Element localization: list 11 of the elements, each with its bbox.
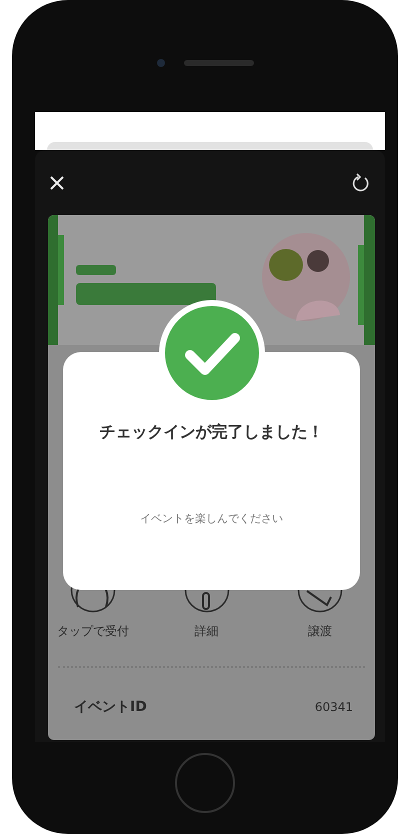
camera-icon [156,58,166,68]
action-label[interactable]: 詳細 [194,623,218,640]
dialog-message: イベントを楽しんでください [140,511,283,526]
event-id-label: イベントID [74,698,147,716]
action-label[interactable]: 譲渡 [308,623,332,640]
close-icon[interactable] [49,174,65,190]
event-id-value: 60341 [314,700,353,714]
dialog-title: チェックインが完了しました！ [100,422,324,443]
refresh-icon[interactable] [351,172,371,192]
speaker-icon [184,60,254,66]
action-label[interactable]: タップで受付 [57,623,129,640]
